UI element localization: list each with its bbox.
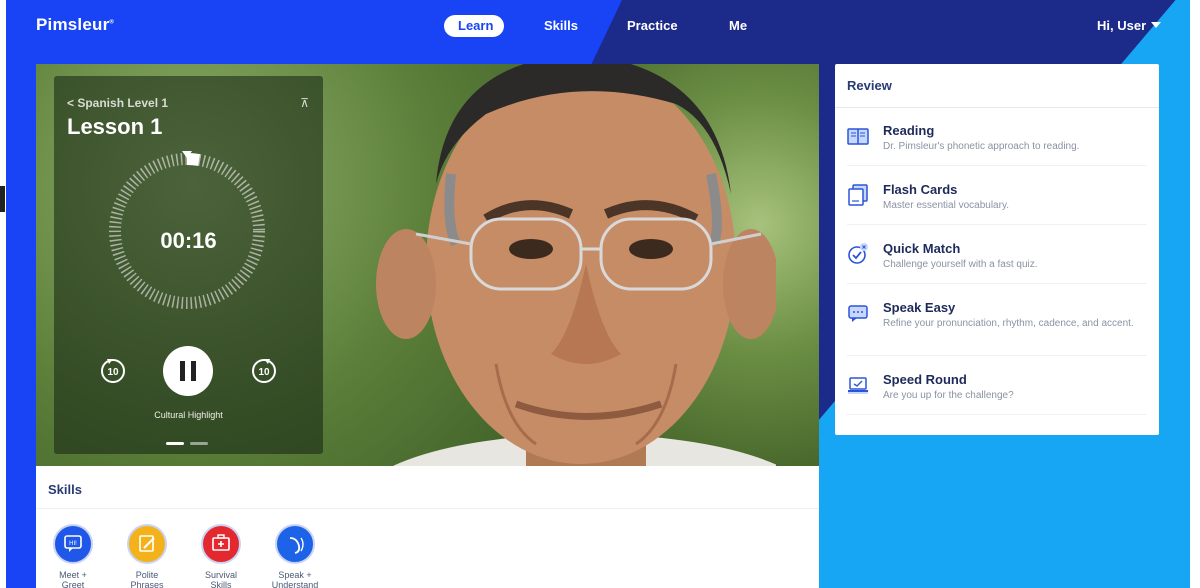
skill-label-line2: Understand — [271, 580, 319, 588]
review-panel: Review Reading Dr. Pimsleur's phonetic a… — [835, 64, 1159, 435]
lesson-timer: 00:16 — [160, 228, 217, 253]
review-title: Review — [847, 78, 892, 93]
review-item-name: Speak Easy — [883, 300, 956, 315]
user-menu[interactable]: Hi, User — [1097, 18, 1162, 33]
skill-survival-skills[interactable]: Survival Skills — [186, 524, 256, 588]
skill-label-line1: Speak + — [278, 570, 312, 580]
review-item-divider — [847, 283, 1147, 284]
skill-label-line2: Greet — [61, 580, 85, 588]
rewind-10-button[interactable]: 10 — [99, 357, 127, 385]
lesson-title: Lesson 1 — [67, 114, 163, 139]
nav-learn[interactable]: Learn — [458, 18, 493, 33]
rewind-seconds-label: 10 — [107, 367, 119, 378]
forward-10-button[interactable]: 10 — [250, 357, 278, 385]
back-link[interactable]: < Spanish Level 1 — [67, 96, 168, 110]
slide-dot-1[interactable] — [166, 442, 184, 445]
window-edge-tab — [0, 186, 5, 212]
review-item-divider — [847, 165, 1147, 166]
skill-polite-phrases[interactable]: Polite Phrases — [112, 524, 182, 588]
slide-dots — [166, 432, 214, 450]
collapse-icon[interactable]: ⊼ — [300, 96, 309, 110]
review-item-divider — [847, 355, 1147, 356]
review-item-name: Flash Cards — [883, 182, 958, 197]
nav-skills[interactable]: Skills — [544, 18, 578, 33]
review-item-divider — [847, 414, 1147, 415]
slide-dot-2[interactable] — [190, 442, 208, 445]
skills-title: Skills — [48, 482, 82, 497]
app-window: Pimsleur® Learn Skills Practice Me Hi, U… — [6, 0, 1190, 588]
skill-label-line1: Survival — [204, 570, 237, 580]
review-item-name: Quick Match — [883, 241, 961, 256]
back-link-label: Spanish Level 1 — [77, 96, 169, 110]
ear-sound-icon — [275, 524, 315, 564]
hero-image: < Spanish Level 1 ⊼ Lesson 1 00:16 10 10… — [36, 64, 819, 466]
review-item-name: Speed Round — [883, 372, 967, 387]
lesson-player: < Spanish Level 1 ⊼ Lesson 1 00:16 10 10… — [54, 76, 323, 454]
first-aid-kit-icon — [201, 524, 241, 564]
skill-label-line1: Meet + — [59, 570, 87, 580]
check-circle-icon — [848, 243, 868, 264]
pause-button[interactable] — [163, 346, 213, 396]
review-item-divider — [847, 224, 1147, 225]
pimsleur-logo[interactable]: Pimsleur® — [36, 15, 114, 35]
skill-label-line2: Phrases — [130, 580, 164, 588]
player-caption: Cultural Highlight — [154, 410, 223, 420]
user-greeting: Hi, User — [1097, 18, 1147, 33]
skills-panel: Skills HI! Meet + Greet Polite Phrases Sur… — [36, 466, 819, 588]
review-item-description: Challenge yourself with a fast quiz. — [883, 259, 1038, 270]
flash-cards-icon — [848, 184, 868, 206]
man-portrait-illustration — [376, 64, 776, 466]
speech-bubble-hi-icon: HI! — [53, 524, 93, 564]
book-icon — [847, 128, 869, 145]
caret-down-icon — [1151, 22, 1162, 28]
top-navigation: Pimsleur® Learn Skills Practice Me Hi, U… — [6, 0, 1190, 52]
review-item-description: Refine your pronunciation, rhythm, caden… — [883, 318, 1134, 329]
svg-text:HI!: HI! — [69, 541, 77, 547]
laptop-timer-icon — [848, 377, 868, 394]
review-divider — [835, 107, 1159, 108]
skill-speak-understand[interactable]: Speak + Understand — [260, 524, 330, 588]
skills-divider — [36, 508, 819, 509]
skill-meet-greet[interactable]: HI! Meet + Greet — [38, 524, 108, 588]
review-item-description: Are you up for the challenge? — [883, 390, 1014, 401]
skill-label-line1: Polite — [135, 570, 159, 580]
pencil-note-icon — [127, 524, 167, 564]
chat-bubble-icon — [848, 305, 868, 322]
review-item-description: Dr. Pimsleur's phonetic approach to read… — [883, 141, 1080, 152]
pause-icon — [180, 361, 185, 381]
skill-label-line2: Skills — [210, 580, 232, 588]
review-item-description: Master essential vocabulary. — [883, 200, 1009, 211]
forward-seconds-label: 10 — [258, 367, 270, 378]
nav-practice[interactable]: Practice — [627, 18, 678, 33]
nav-me[interactable]: Me — [729, 18, 747, 33]
review-item-name: Reading — [883, 123, 935, 138]
